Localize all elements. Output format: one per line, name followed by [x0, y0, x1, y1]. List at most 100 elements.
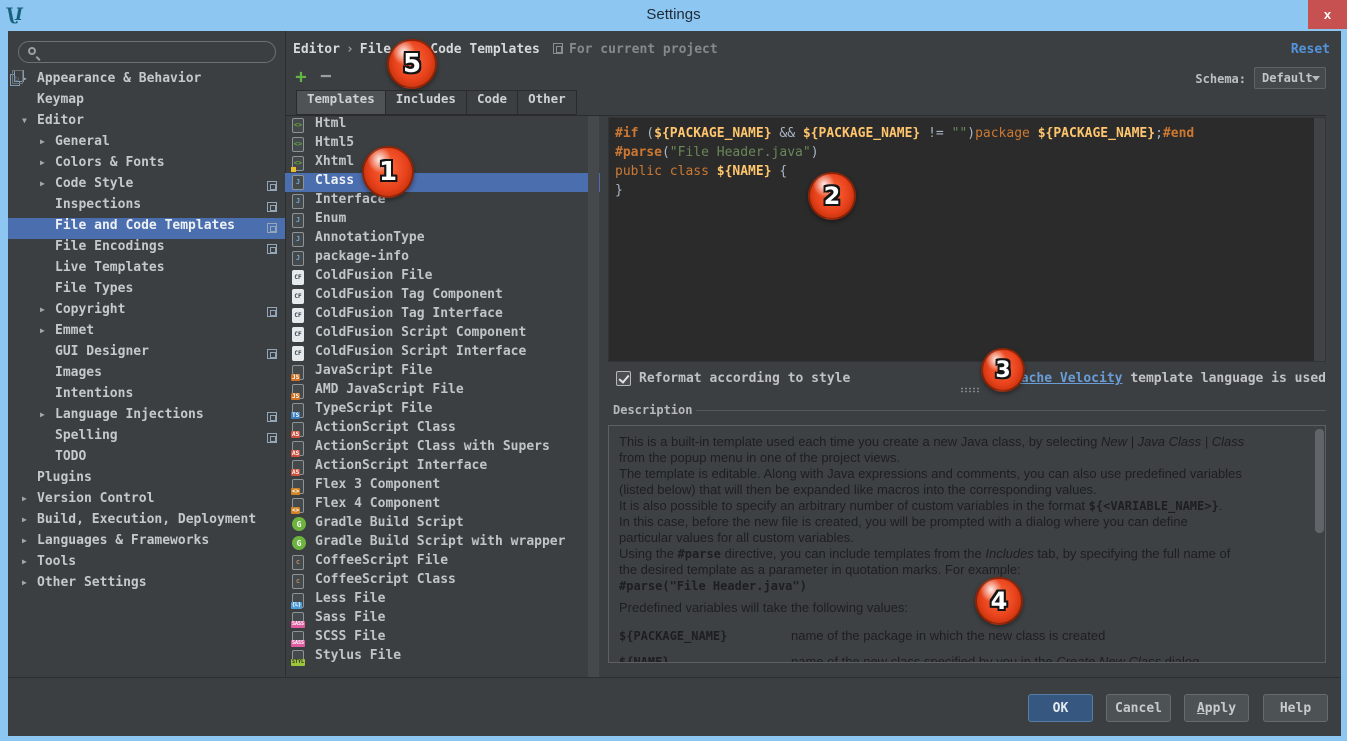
template-item-coldfusion-script-component[interactable]: CFColdFusion Script Component — [285, 325, 600, 344]
sidebar-item-todo[interactable]: TODO — [8, 449, 285, 470]
template-item-html[interactable]: <>Html — [285, 116, 600, 135]
template-item-label: Html5 — [315, 135, 354, 150]
template-item-flex-4-component[interactable]: <>Flex 4 Component — [285, 496, 600, 515]
sidebar-item-copyright[interactable]: ▶Copyright — [8, 302, 285, 323]
template-item-amd-javascript-file[interactable]: JSAMD JavaScript File — [285, 382, 600, 401]
search-box[interactable] — [18, 41, 276, 63]
template-item-gradle-build-script[interactable]: GGradle Build Script — [285, 515, 600, 534]
template-item-less-file[interactable]: {L}Less File — [285, 591, 600, 610]
sidebar-item-tools[interactable]: ▶Tools — [8, 554, 285, 575]
sidebar-item-colors-fonts[interactable]: ▶Colors & Fonts — [8, 155, 285, 176]
sidebar-item-inspections[interactable]: Inspections — [8, 197, 285, 218]
editor-scrollbar[interactable] — [1314, 118, 1325, 361]
sidebar-item-build-execution-deployment[interactable]: ▶Build, Execution, Deployment — [8, 512, 285, 533]
sidebar-item-emmet[interactable]: ▶Emmet — [8, 323, 285, 344]
template-editor[interactable]: #if (${PACKAGE_NAME} && ${PACKAGE_NAME} … — [608, 117, 1326, 362]
template-item-interface[interactable]: JInterface — [285, 192, 600, 211]
revert-template-button[interactable]: ↻ — [8, 68, 28, 88]
template-item-typescript-file[interactable]: TSTypeScript File — [285, 401, 600, 420]
template-item-coldfusion-file[interactable]: CFColdFusion File — [285, 268, 600, 287]
template-list-scrollbar[interactable] — [588, 116, 599, 677]
sidebar-item-spelling[interactable]: Spelling — [8, 428, 285, 449]
template-item-class[interactable]: JClass — [285, 173, 600, 192]
template-item-enum[interactable]: JEnum — [285, 211, 600, 230]
chevron-down-icon[interactable]: ▼ — [22, 116, 37, 125]
sidebar-item-file-encodings[interactable]: File Encodings — [8, 239, 285, 260]
template-item-coffeescript-class[interactable]: cCoffeeScript Class — [285, 572, 600, 591]
template-item-sass-file[interactable]: SASSSass File — [285, 610, 600, 629]
sidebar-item-languages-frameworks[interactable]: ▶Languages & Frameworks — [8, 533, 285, 554]
template-item-actionscript-class-with-supers[interactable]: ASActionScript Class with Supers — [285, 439, 600, 458]
search-input[interactable] — [45, 43, 270, 61]
template-item-flex-3-component[interactable]: <>Flex 3 Component — [285, 477, 600, 496]
tab-includes[interactable]: Includes — [386, 90, 467, 115]
template-item-actionscript-class[interactable]: ASActionScript Class — [285, 420, 600, 439]
template-item-coldfusion-tag-component[interactable]: CFColdFusion Tag Component — [285, 287, 600, 306]
reset-link[interactable]: Reset — [1291, 42, 1330, 57]
sidebar-item-plugins[interactable]: Plugins — [8, 470, 285, 491]
apply-button[interactable]: Apply — [1184, 694, 1249, 722]
template-item-gradle-build-script-with-wrapper[interactable]: GGradle Build Script with wrapper — [285, 534, 600, 553]
sidebar-item-images[interactable]: Images — [8, 365, 285, 386]
sidebar-item-editor[interactable]: ▼Editor — [8, 113, 285, 134]
coldfusion-file-icon: CF — [292, 346, 304, 361]
chevron-right-icon[interactable]: ▶ — [40, 158, 55, 167]
sidebar-item-code-style[interactable]: ▶Code Style — [8, 176, 285, 197]
sidebar-item-version-control[interactable]: ▶Version Control — [8, 491, 285, 512]
chevron-right-icon[interactable]: ▶ — [40, 326, 55, 335]
template-item-label: JavaScript File — [315, 363, 432, 378]
template-item-package-info[interactable]: Jpackage-info — [285, 249, 600, 268]
chevron-right-icon[interactable]: ▶ — [22, 536, 37, 545]
template-item-coffeescript-file[interactable]: cCoffeeScript File — [285, 553, 600, 572]
help-button[interactable]: Help — [1263, 694, 1328, 722]
remove-template-button[interactable]: − — [316, 68, 336, 88]
chevron-right-icon[interactable]: ▶ — [22, 494, 37, 503]
template-item-stylus-file[interactable]: STYLStylus File — [285, 648, 600, 667]
template-item-annotationtype[interactable]: JAnnotationType — [285, 230, 600, 249]
close-icon[interactable]: x — [1308, 0, 1347, 29]
description-scrollbar[interactable] — [1315, 429, 1324, 533]
splitter-grip-icon[interactable] — [960, 387, 979, 393]
template-item-actionscript-interface[interactable]: ASActionScript Interface — [285, 458, 600, 477]
reformat-checkbox[interactable] — [616, 371, 631, 386]
ok-button[interactable]: OK — [1028, 694, 1093, 722]
chevron-right-icon[interactable]: ▶ — [22, 515, 37, 524]
tab-code[interactable]: Code — [467, 90, 518, 115]
sidebar-item-file-types[interactable]: File Types — [8, 281, 285, 302]
add-template-button[interactable]: + — [291, 68, 311, 88]
coldfusion-file-icon: CF — [292, 289, 304, 304]
sidebar-item-general[interactable]: ▶General — [8, 134, 285, 155]
template-item-coldfusion-script-interface[interactable]: CFColdFusion Script Interface — [285, 344, 600, 363]
sidebar-item-label: Images — [55, 365, 102, 380]
sidebar-item-other-settings[interactable]: ▶Other Settings — [8, 575, 285, 596]
sidebar-item-label: Tools — [37, 554, 76, 569]
sidebar-item-file-and-code-templates[interactable]: File and Code Templates — [8, 218, 285, 239]
chevron-right-icon[interactable]: ▶ — [40, 179, 55, 188]
template-item-label: AnnotationType — [315, 230, 425, 245]
title-bar[interactable]: JI Settings x — [0, 0, 1347, 31]
sidebar-item-gui-designer[interactable]: GUI Designer — [8, 344, 285, 365]
template-item-html5[interactable]: <>Html5 — [285, 135, 600, 154]
gradle-file-icon: G — [292, 536, 306, 550]
sidebar-item-language-injections[interactable]: ▶Language Injections — [8, 407, 285, 428]
sidebar-item-intentions[interactable]: Intentions — [8, 386, 285, 407]
java-file-icon: J — [292, 194, 304, 209]
breadcrumb-section[interactable]: Editor — [293, 42, 340, 57]
sidebar-item-live-templates[interactable]: Live Templates — [8, 260, 285, 281]
template-item-xhtml[interactable]: <>Xhtml — [285, 154, 600, 173]
sidebar-item-keymap[interactable]: Keymap — [8, 92, 285, 113]
chevron-right-icon[interactable]: ▶ — [40, 305, 55, 314]
chevron-right-icon[interactable]: ▶ — [22, 578, 37, 587]
template-item-javascript-file[interactable]: JSJavaScript File — [285, 363, 600, 382]
tab-other[interactable]: Other — [518, 90, 577, 115]
chevron-right-icon[interactable]: ▶ — [40, 410, 55, 419]
cancel-button[interactable]: Cancel — [1106, 694, 1171, 722]
template-item-coldfusion-tag-interface[interactable]: CFColdFusion Tag Interface — [285, 306, 600, 325]
schema-dropdown[interactable]: Default — [1254, 67, 1326, 89]
sidebar-item-appearance-behavior[interactable]: ▶Appearance & Behavior — [8, 71, 285, 92]
gradle-file-icon: G — [292, 517, 306, 531]
tab-templates[interactable]: Templates — [296, 90, 386, 115]
chevron-right-icon[interactable]: ▶ — [22, 557, 37, 566]
template-item-scss-file[interactable]: SASSSCSS File — [285, 629, 600, 648]
chevron-right-icon[interactable]: ▶ — [40, 137, 55, 146]
